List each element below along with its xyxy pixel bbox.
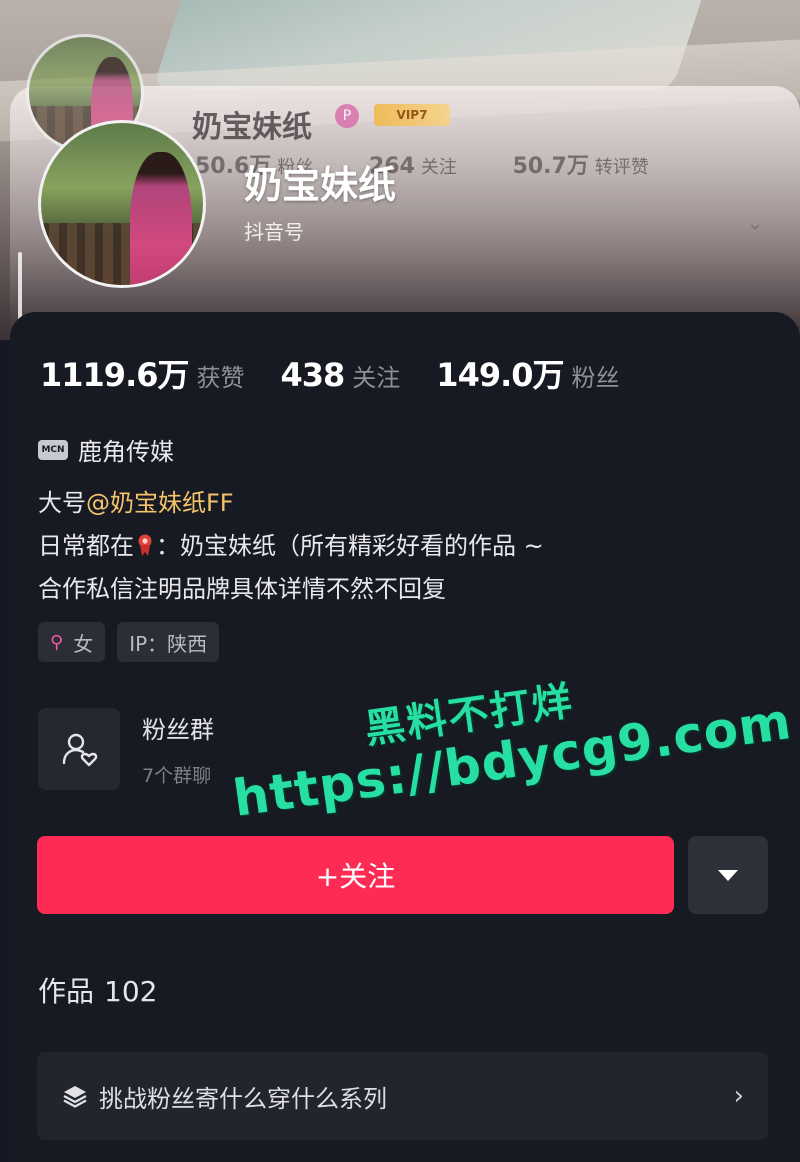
ghost-stat-interactions: 50.7万 转评赞 <box>512 154 649 179</box>
ghost-verified-icon: P <box>335 104 359 128</box>
stat-likes-value: 1119.6万 <box>40 356 189 394</box>
works-label: 作品 <box>38 975 95 1008</box>
bio-line-3: 合作私信注明品牌具体详情不然不回复 <box>38 575 446 603</box>
bio-line-1: 大号@奶宝妹纸FF <box>38 489 234 517</box>
mcn-agency[interactable]: MCN 鹿角传媒 <box>38 432 174 467</box>
mcn-name: 鹿角传媒 <box>78 438 174 466</box>
red-pin-icon <box>138 534 152 556</box>
avatar[interactable] <box>38 120 206 288</box>
douyin-id[interactable]: 抖音号 <box>244 216 304 245</box>
works-number: 102 <box>104 975 158 1008</box>
bio: 大号@奶宝妹纸FF 日常都在 ：奶宝妹纸（所有精彩好看的作品 ~ 合作私信注明品牌… <box>38 482 544 611</box>
fans-group-count: 7个群聊 <box>142 765 212 787</box>
profile-tags: ⚲ 女 IP：陕西 <box>38 622 231 662</box>
stat-fans[interactable]: 149.0万 粉丝 <box>436 350 619 396</box>
chevron-down-icon: › <box>744 223 768 231</box>
female-icon: ⚲ <box>50 631 64 653</box>
follow-button[interactable]: +关注 <box>37 836 674 914</box>
stat-fans-label: 粉丝 <box>571 364 620 392</box>
mcn-icon: MCN <box>38 439 68 460</box>
works-count: 作品 102 <box>38 970 157 1010</box>
collection-entry[interactable]: 挑战粉丝寄什么穿什么系列 › <box>37 1052 768 1140</box>
stat-fans-value: 149.0万 <box>436 356 564 394</box>
stat-likes[interactable]: 1119.6万 获赞 <box>40 350 245 396</box>
profile-name: 奶宝妹纸 <box>244 163 397 207</box>
stat-following-value: 438 <box>280 356 346 394</box>
stat-likes-label: 获赞 <box>196 364 245 392</box>
gender-tag: ⚲ 女 <box>38 622 106 662</box>
layers-icon <box>63 1086 87 1108</box>
more-options-button[interactable] <box>688 836 768 914</box>
ghost-name: 奶宝妹纸 <box>192 110 312 145</box>
ghost-vip-badge: VIP7 <box>374 104 450 126</box>
bio-line-2: 日常都在 ：奶宝妹纸（所有精彩好看的作品 ~ <box>38 532 544 560</box>
fans-group-title: 粉丝群 <box>142 716 214 744</box>
chevron-right-icon: › <box>733 1081 744 1111</box>
fans-group-entry[interactable]: 粉丝群 7个群聊 <box>38 708 214 790</box>
profile-stats: 1119.6万 获赞 438 关注 149.0万 粉丝 <box>40 350 656 396</box>
group-heart-icon <box>38 708 120 790</box>
caret-down-icon <box>718 869 738 881</box>
mention-link[interactable]: @奶宝妹纸FF <box>86 489 234 517</box>
ip-location-tag: IP：陕西 <box>117 622 220 662</box>
gender-label: 女 <box>73 631 94 656</box>
stat-following[interactable]: 438 关注 <box>281 356 401 394</box>
collection-title: 挑战粉丝寄什么穿什么系列 <box>99 1084 387 1113</box>
stat-following-label: 关注 <box>352 364 401 392</box>
